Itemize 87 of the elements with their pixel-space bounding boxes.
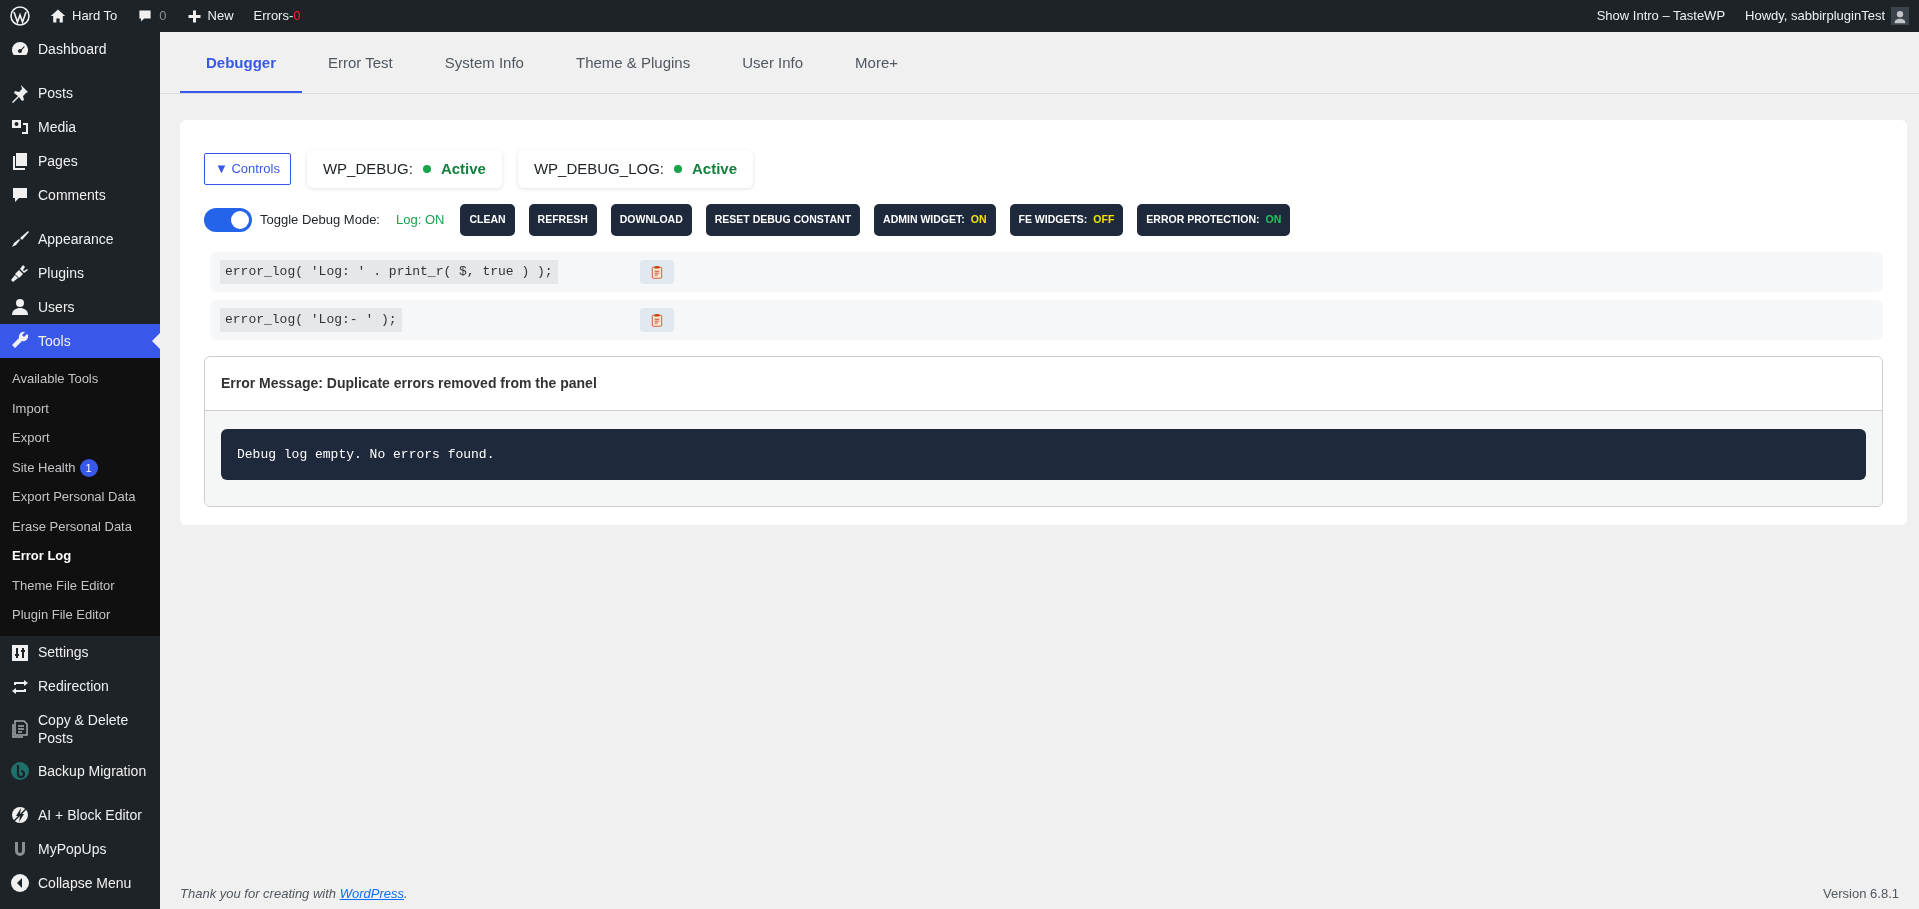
pushpin-icon [10, 83, 30, 103]
sidebar-menu-item[interactable]: Media [0, 110, 160, 144]
submenu-item[interactable]: Erase Personal Data [0, 511, 160, 541]
new-link[interactable]: New [176, 0, 244, 32]
sidebar-menu-item[interactable]: Dashboard [0, 32, 160, 66]
documents-icon [10, 718, 30, 739]
wordpress-link[interactable]: WordPress [339, 885, 404, 901]
submenu-item[interactable]: Export [0, 423, 160, 453]
action-button[interactable]: REFRESH [528, 204, 597, 236]
action-button[interactable]: ADMIN WIDGET: ON [874, 204, 996, 236]
pages-icon [10, 151, 30, 171]
tab[interactable]: Error Test [302, 32, 419, 93]
tab[interactable]: More+ [829, 32, 924, 93]
plug-icon [10, 263, 30, 283]
sidebar-menu-item[interactable]: Backup Migration [0, 753, 160, 788]
new-label: New [207, 7, 234, 26]
site-name-link[interactable]: Hard To [40, 0, 128, 32]
sidebar-menu-item[interactable]: Collapse Menu [0, 865, 160, 900]
sidebar-menu-item[interactable]: Appearance [0, 222, 160, 256]
panel-title: Error Message: Duplicate errors removed from the panel [205, 356, 1882, 411]
footer-text: Thank you for creating with WordPress. [180, 884, 408, 903]
clipboard-icon [650, 264, 664, 279]
media-icon [10, 117, 30, 137]
controls-button[interactable]: ▼ Controls [204, 153, 291, 185]
wordpress-logo-icon [10, 6, 30, 26]
submenu-item[interactable]: Import [0, 393, 160, 423]
constant-name: WP_DEBUG: [322, 158, 413, 179]
howdy-greeting: Howdy, sabbirpluginTest [1745, 7, 1885, 26]
sidebar-menu-item[interactable]: Plugins [0, 256, 160, 290]
show-intro-link[interactable]: Show Intro – TasteWP [1586, 0, 1736, 32]
sidebar-menu-item[interactable]: AI + Block Editor [0, 797, 160, 832]
sidebar-menu-item[interactable]: Copy & Delete Posts [0, 703, 160, 754]
plus-icon [186, 8, 202, 24]
errors-label: Errors- [253, 7, 294, 26]
tab[interactable]: Debugger [180, 32, 302, 93]
errors-link[interactable]: Errors-0 [243, 0, 311, 32]
copy-button[interactable] [640, 259, 674, 284]
debug-mode-switch[interactable] [204, 207, 252, 232]
speech-bubble-icon [137, 8, 154, 24]
home-icon [50, 8, 66, 24]
version-text: Version 6.8.1 [1823, 884, 1899, 903]
action-button[interactable]: FE WIDGETS: OFF [1009, 204, 1124, 236]
sidebar-menu-item[interactable]: Tools [0, 324, 160, 358]
code-snippet: error_log( 'Log:- ' ); [220, 308, 402, 332]
tab[interactable]: System Info [418, 32, 550, 93]
sliders-icon [10, 642, 30, 663]
constant-name: WP_DEBUG_LOG: [533, 158, 664, 179]
code-snippet: error_log( 'Log: ' . print_r( $, true ) ); [220, 260, 558, 284]
constant-value: Active [692, 158, 737, 179]
notification-badge: 1 [79, 458, 98, 477]
sidebar-menu-item[interactable]: Posts [0, 76, 160, 110]
sidebar-menu-item[interactable]: Users [0, 290, 160, 324]
action-button[interactable]: CLEAN [460, 204, 515, 236]
circle-logo-icon [10, 760, 30, 781]
copy-button[interactable] [640, 307, 674, 332]
submenu-item[interactable]: Plugin File Editor [0, 600, 160, 630]
log-status: Log: ON [396, 211, 445, 230]
sidebar-menu-item[interactable]: Redirection [0, 669, 160, 704]
submenu-item[interactable]: Export Personal Data [0, 482, 160, 512]
site-name: Hard To [72, 7, 118, 26]
tab[interactable]: Theme & Plugins [549, 32, 717, 93]
submenu-item[interactable]: Site Health 1 [0, 452, 160, 482]
toggle-label: Toggle Debug Mode: [260, 211, 380, 230]
log-output: Debug log empty. No errors found. [221, 428, 1866, 481]
sidebar-menu-item[interactable]: Settings [0, 635, 160, 670]
comment-count: 0 [159, 7, 167, 26]
user-icon [10, 297, 30, 317]
account-menu[interactable]: Howdy, sabbirpluginTest [1735, 0, 1919, 32]
paintbrush-icon [10, 229, 30, 249]
submenu-item[interactable]: Theme File Editor [0, 570, 160, 600]
action-button[interactable]: DOWNLOAD [610, 204, 692, 236]
errors-count: 0 [293, 7, 301, 26]
sidebar-menu-item[interactable]: MyPopUps [0, 831, 160, 866]
avatar-icon [1891, 7, 1909, 25]
submenu-item[interactable]: Error Log [0, 541, 160, 571]
clipboard-icon [650, 312, 664, 327]
constant-value: Active [440, 158, 486, 179]
action-button[interactable]: RESET DEBUG CONSTANT [705, 204, 861, 236]
sidebar-menu-item[interactable]: Pages [0, 144, 160, 178]
bolt-circle-icon [10, 804, 30, 825]
sidebar-menu-item[interactable]: Comments [0, 178, 160, 212]
tab[interactable]: User Info [716, 32, 830, 93]
comments-link[interactable]: 0 [127, 0, 177, 32]
action-button[interactable]: ERROR PROTECTION: ON [1137, 204, 1291, 236]
wrench-icon [10, 331, 30, 351]
submenu-item[interactable]: Available Tools [0, 364, 160, 394]
speech-bubble-icon [10, 185, 30, 205]
